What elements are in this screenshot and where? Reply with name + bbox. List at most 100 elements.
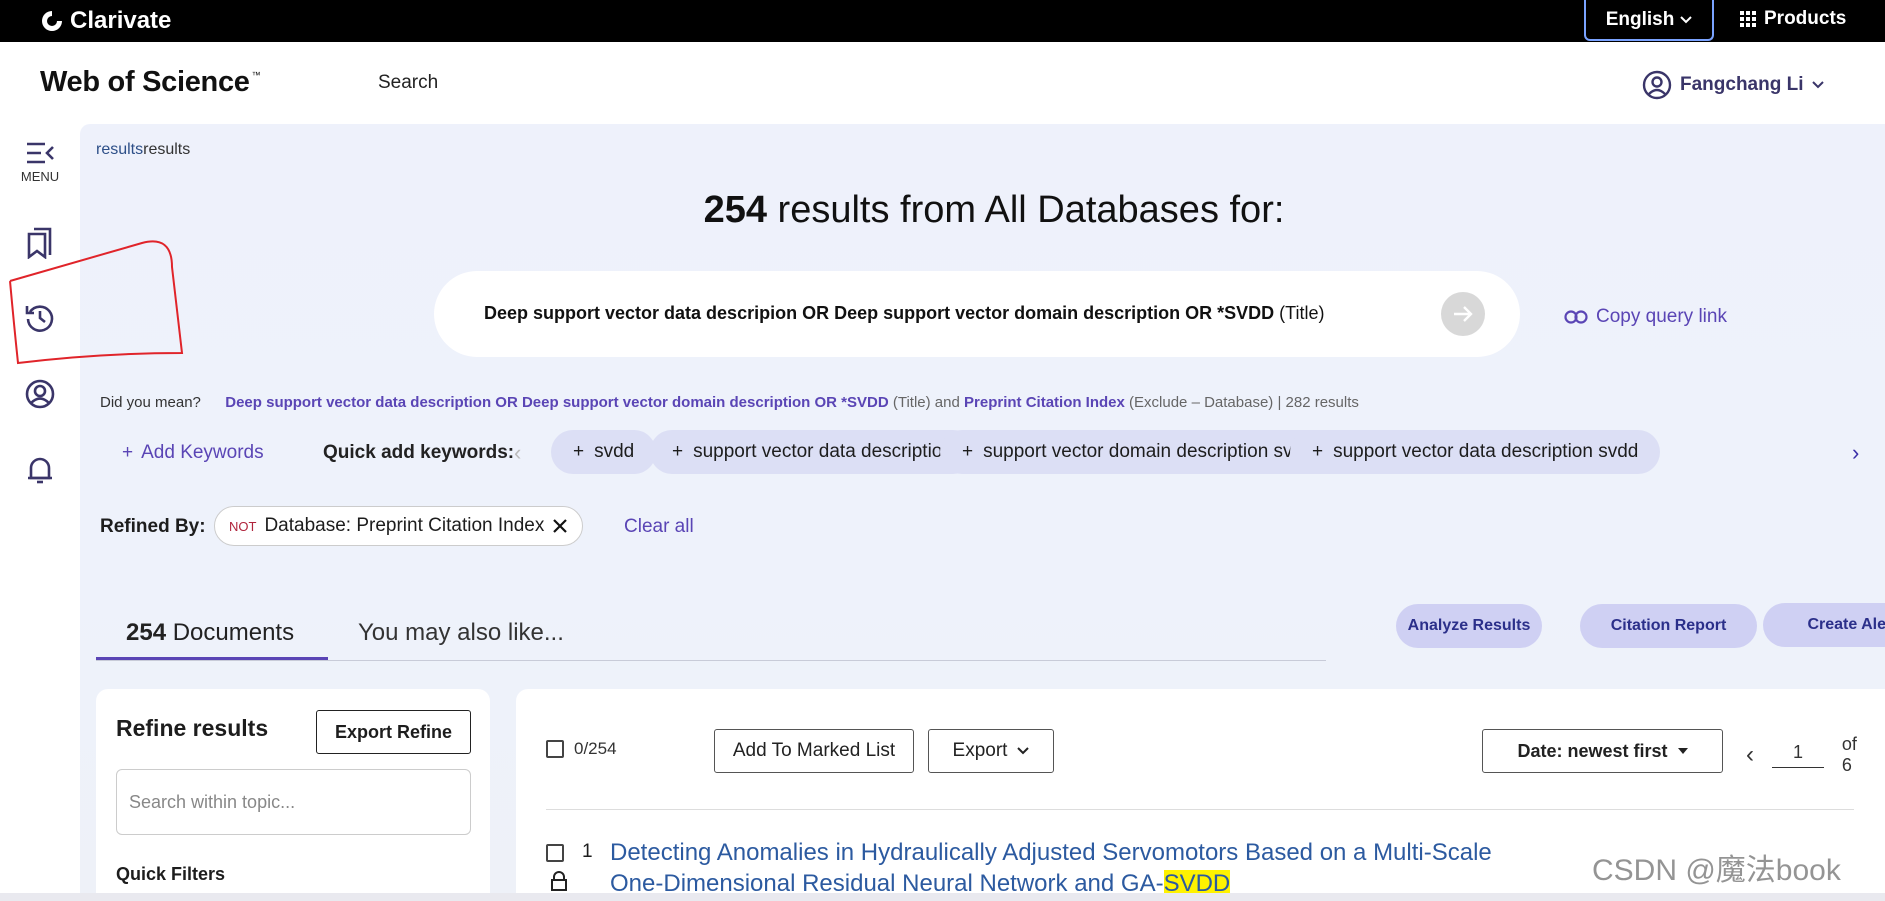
plus-icon: + xyxy=(573,441,585,462)
top-bar: Clarivate English Products xyxy=(0,0,1885,42)
did-you-mean-suggestion[interactable]: Deep support vector data description OR … xyxy=(225,394,888,411)
tab-you-may-also-like[interactable]: You may also like... xyxy=(358,619,564,647)
red-annotation-box xyxy=(9,240,184,365)
chevron-left-icon[interactable]: ‹ xyxy=(1746,741,1754,769)
pagination: ‹ 1 of 6 › xyxy=(1746,734,1885,776)
chevron-right-icon[interactable]: › xyxy=(1852,440,1859,466)
toolbar-divider xyxy=(546,809,1854,810)
arrow-right-icon xyxy=(1454,306,1473,322)
keyword-chip-label: support vector domain description svdd xyxy=(983,441,1314,462)
lock-icon xyxy=(551,871,567,891)
menu-label: MENU xyxy=(20,169,60,184)
export-label: Export xyxy=(952,740,1008,761)
main-content: resultsresults 254 results from All Data… xyxy=(80,124,1885,901)
web-of-science-logo[interactable]: Web of Science ™ xyxy=(40,66,261,99)
query-text: Deep support vector data descripion OR D… xyxy=(484,303,1324,324)
copy-query-link-label: Copy query link xyxy=(1596,306,1727,327)
page-total: of 6 xyxy=(1841,734,1857,775)
result-title-line1: Detecting Anomalies in Hydraulically Adj… xyxy=(610,839,1492,866)
clarivate-logo[interactable]: Clarivate xyxy=(40,6,171,36)
results-tabs: 254 Documents You may also like... xyxy=(96,609,1326,661)
products-menu[interactable]: Products xyxy=(1740,0,1846,38)
search-within-topic-input[interactable]: Search within topic... xyxy=(116,769,471,835)
keyword-row: + Add Keywords Quick add keywords: ‹ + sv… xyxy=(100,430,1880,474)
close-icon[interactable] xyxy=(552,518,568,534)
profile-icon xyxy=(25,379,55,409)
quick-add-label: Quick add keywords: xyxy=(323,442,515,463)
result-checkbox[interactable] xyxy=(546,844,564,862)
plus-icon: + xyxy=(1312,441,1324,462)
keyword-chip-label: support vector data description xyxy=(693,441,953,462)
sort-label: Date: newest first xyxy=(1517,740,1668,761)
documents-label: Documents xyxy=(166,619,295,646)
user-menu[interactable]: Fangchang Li xyxy=(1642,70,1824,100)
refine-panel: Refine results Export Refine Search with… xyxy=(96,689,490,901)
refined-by-label: Refined By: xyxy=(100,516,206,537)
did-you-mean: Did you mean? Deep support vector data d… xyxy=(100,394,1359,411)
trademark-mark: ™ xyxy=(251,70,261,80)
sidebar-item-alerts[interactable] xyxy=(20,454,60,486)
add-keywords-button[interactable]: + Add Keywords xyxy=(122,442,264,464)
keyword-chip[interactable]: + support vector domain description svdd xyxy=(940,430,1336,474)
header: Web of Science ™ Search Fangchang Li xyxy=(0,42,1885,124)
active-tab-indicator xyxy=(96,657,328,660)
documents-count: 254 xyxy=(126,619,167,646)
user-avatar-icon xyxy=(1642,70,1672,100)
keyword-chip-label: svdd xyxy=(594,441,635,462)
keyword-chip[interactable]: + support vector data description svdd xyxy=(1290,430,1661,474)
refine-filter-chip[interactable]: NOT Database: Preprint Citation Index xyxy=(214,506,584,546)
breadcrumb: resultsresults xyxy=(96,141,190,159)
sidebar-item-profile[interactable] xyxy=(20,378,60,410)
chevron-left-icon[interactable]: ‹ xyxy=(514,440,521,466)
plus-icon: + xyxy=(962,441,974,462)
chevron-down-icon xyxy=(1811,81,1824,89)
plus-icon: + xyxy=(122,442,134,463)
caret-down-icon xyxy=(1677,748,1688,754)
query-field: (Title) xyxy=(1274,303,1325,323)
add-keywords-label: Add Keywords xyxy=(141,442,264,463)
user-name: Fangchang Li xyxy=(1680,74,1804,95)
result-index: 1 xyxy=(582,841,593,862)
keyword-chip[interactable]: + support vector data description xyxy=(650,430,975,474)
language-label: English xyxy=(1605,8,1675,30)
quick-filters-heading: Quick Filters xyxy=(116,864,226,884)
tab-documents[interactable]: 254 Documents xyxy=(126,619,294,647)
results-count: 254 xyxy=(703,189,767,231)
language-selector[interactable]: English xyxy=(1584,0,1714,41)
sort-dropdown[interactable]: Date: newest first xyxy=(1482,729,1723,773)
watermark: CSDN @魔法book xyxy=(1592,854,1841,887)
clear-all-link[interactable]: Clear all xyxy=(624,516,694,538)
query-box[interactable]: Deep support vector data descripion OR D… xyxy=(434,271,1520,357)
page-number-input[interactable]: 1 xyxy=(1772,742,1824,768)
did-you-mean-tail: (Exclude – Database) | 282 results xyxy=(1124,394,1359,411)
analyze-results-button[interactable]: Analyze Results xyxy=(1396,604,1542,648)
query-string: Deep support vector data descripion OR D… xyxy=(484,303,1275,323)
citation-report-button[interactable]: Citation Report xyxy=(1580,604,1757,648)
create-alert-button[interactable]: Create Alert xyxy=(1763,603,1885,647)
export-button[interactable]: Export xyxy=(928,729,1054,773)
sidebar-menu-toggle[interactable]: MENU xyxy=(20,141,60,184)
bell-icon xyxy=(28,457,52,484)
keyword-chip[interactable]: + svdd xyxy=(551,430,657,474)
add-to-marked-list-button[interactable]: Add To Marked List xyxy=(714,729,914,773)
select-all-checkbox[interactable] xyxy=(546,740,564,758)
link-icon xyxy=(1564,310,1588,324)
search-nav-link[interactable]: Search xyxy=(378,72,438,94)
copy-query-link[interactable]: Copy query link xyxy=(1564,306,1727,328)
plus-icon: + xyxy=(672,441,684,462)
did-you-mean-index[interactable]: Preprint Citation Index xyxy=(964,394,1125,411)
export-refine-button[interactable]: Export Refine xyxy=(316,710,471,754)
refine-filter-label: Database: Preprint Citation Index xyxy=(264,515,545,536)
select-all: 0/254 xyxy=(546,739,617,759)
results-heading-text: results from All Databases for: xyxy=(766,189,1285,231)
query-submit-button[interactable] xyxy=(1441,292,1485,336)
result-title-link[interactable]: Detecting Anomalies in Hydraulically Adj… xyxy=(610,837,1510,899)
breadcrumb-link[interactable]: results xyxy=(96,141,143,158)
keyword-chip-label: support vector data description svdd xyxy=(1333,441,1639,462)
products-label: Products xyxy=(1764,8,1847,29)
taskbar-strip xyxy=(0,893,1885,901)
not-tag: NOT xyxy=(229,518,257,534)
did-you-mean-field: (Title) and xyxy=(888,394,965,411)
chevron-down-icon xyxy=(1017,747,1030,755)
grid-icon xyxy=(1740,11,1756,27)
